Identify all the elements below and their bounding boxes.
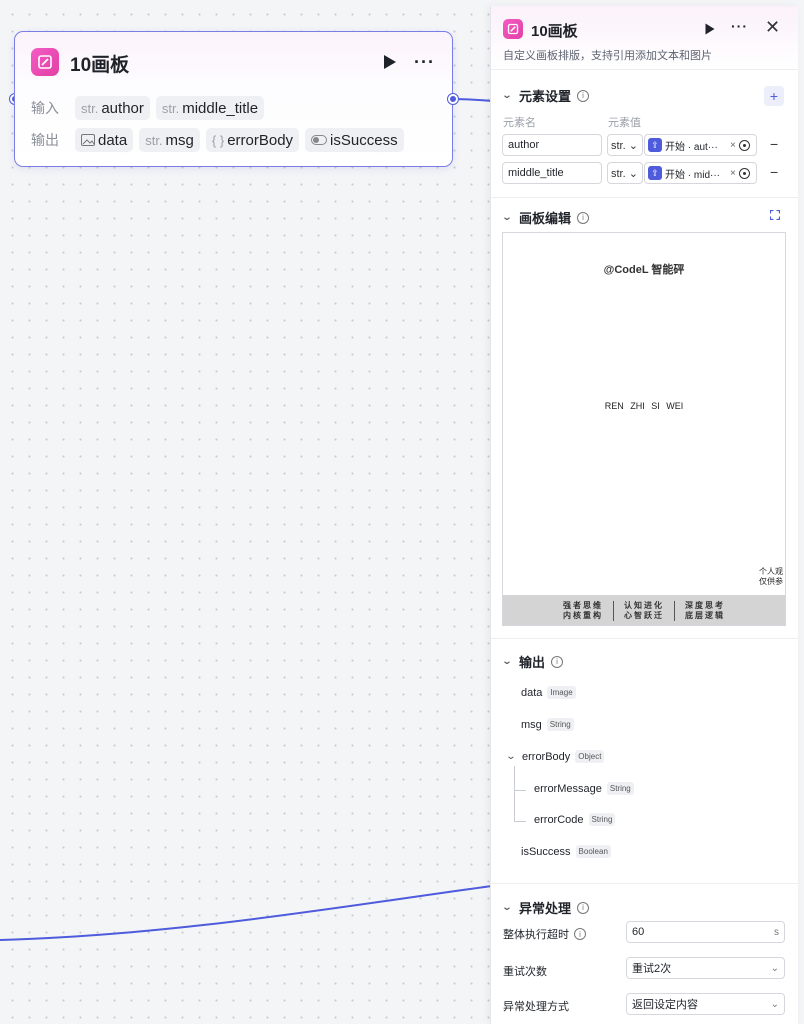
- preview-footer-separator: [674, 601, 675, 621]
- output-chip-errorbody: { } errorBody: [205, 128, 300, 152]
- preview-brand: @CodeL 智能砰: [603, 264, 685, 276]
- timeout-label: 整体执行超时 i: [503, 926, 586, 942]
- output-item-data: data Image: [521, 686, 576, 699]
- section-exception-handling[interactable]: ⌄ 异常处理 i: [501, 898, 590, 917]
- info-icon: i: [577, 901, 590, 914]
- output-item-errorcode: errorCode String: [534, 813, 616, 826]
- target-icon[interactable]: [738, 167, 750, 179]
- retry-select[interactable]: 重试2次 ⌄: [626, 957, 785, 979]
- panel-title: 10画板: [531, 23, 578, 40]
- chevron-down-icon: ⌄: [501, 902, 513, 913]
- node-inputs-row: 输入 str. author str. middle_title: [31, 96, 265, 120]
- type-select[interactable]: str. ⌄: [607, 162, 643, 184]
- type-select[interactable]: str. ⌄: [607, 134, 643, 156]
- node-outputs-row: 输出 data str. msg { } errorBody isSuccess: [31, 128, 404, 152]
- panel-description: 自定义画板排版，支持引用添加文本和图片: [503, 50, 712, 62]
- clear-icon[interactable]: ×: [730, 140, 736, 151]
- remove-element-button[interactable]: −: [770, 164, 778, 180]
- add-element-button[interactable]: +: [764, 86, 784, 106]
- info-icon: i: [551, 655, 564, 668]
- chevron-down-icon: ⌄: [501, 656, 513, 667]
- preview-footer-col: 认知进化 心智跃迁: [624, 601, 664, 620]
- more-icon[interactable]: ···: [731, 18, 748, 34]
- chevron-down-icon: ⌄: [501, 90, 513, 101]
- info-icon: i: [574, 928, 586, 940]
- reference-field[interactable]: ⇪ 开始 · mid··· ×: [644, 162, 757, 184]
- section-canvas-edit[interactable]: ⌄ 画板编辑 i: [501, 208, 590, 227]
- node-title: 10画板: [70, 55, 130, 76]
- tree-line: [514, 766, 515, 822]
- output-chip-issuccess: isSuccess: [305, 128, 404, 152]
- run-icon[interactable]: [705, 23, 715, 35]
- target-icon[interactable]: [738, 139, 750, 151]
- tree-branch: [514, 821, 526, 822]
- output-label: 输出: [31, 132, 59, 148]
- reference-icon: ⇪: [648, 166, 662, 180]
- element-name-field[interactable]: author: [502, 134, 602, 156]
- retry-label: 重试次数: [503, 966, 547, 978]
- canvas-node-icon: [31, 48, 59, 76]
- panel-header: 10画板 ··· ✕ 自定义画板排版，支持引用添加文本和图片: [491, 6, 798, 70]
- output-item-errormessage: errorMessage String: [534, 782, 634, 795]
- reference-field[interactable]: ⇪ 开始 · aut··· ×: [644, 134, 757, 156]
- preview-corner-text: 个人观 仅供参: [759, 567, 783, 586]
- info-icon: i: [577, 211, 590, 224]
- reference-icon: ⇪: [648, 138, 662, 152]
- preview-footer-col: 强者思维 内核重构: [563, 601, 603, 620]
- output-item-msg: msg String: [521, 718, 574, 731]
- preview-footer-separator: [613, 601, 614, 621]
- canvas-node-card[interactable]: 10画板 ··· 输入 str. author str. middle_title …: [14, 31, 453, 167]
- divider: [491, 197, 798, 198]
- error-method-label: 异常处理方式: [503, 1001, 569, 1013]
- chevron-down-icon: ⌄: [770, 962, 779, 974]
- close-icon[interactable]: ✕: [765, 17, 780, 38]
- canvas-preview[interactable]: @CodeL 智能砰 REN ZHI SI WEI 个人观 仅供参 强者思维 内核…: [502, 232, 786, 626]
- timeout-input[interactable]: 60 s: [626, 921, 785, 943]
- preview-footer-col: 深度思考 底层逻辑: [685, 601, 725, 620]
- info-icon: i: [577, 89, 590, 102]
- clear-icon[interactable]: ×: [730, 168, 736, 179]
- element-name-field[interactable]: middle_title: [502, 162, 602, 184]
- expand-icon[interactable]: [770, 210, 780, 220]
- section-output[interactable]: ⌄ 输出 i: [501, 652, 564, 671]
- output-chip-msg: str. msg: [139, 128, 200, 152]
- input-chip-author: str. author: [75, 96, 150, 120]
- input-label: 输入: [31, 100, 59, 116]
- node-settings-panel: 10画板 ··· ✕ 自定义画板排版，支持引用添加文本和图片 ⌄ 元素设置 i …: [490, 6, 798, 1024]
- preview-middle-title: REN ZHI SI WEI: [604, 401, 684, 411]
- output-chip-data: data: [75, 128, 134, 152]
- input-chip-middle-title: str. middle_title: [155, 96, 265, 120]
- image-icon: [81, 134, 95, 146]
- section-element-settings[interactable]: ⌄ 元素设置 i: [501, 86, 590, 105]
- more-icon[interactable]: ···: [414, 52, 435, 73]
- divider: [491, 883, 798, 884]
- chevron-down-icon: ⌄: [501, 212, 513, 223]
- divider: [491, 638, 798, 639]
- remove-element-button[interactable]: −: [770, 136, 778, 152]
- chevron-down-icon: ⌄: [505, 751, 517, 762]
- error-method-select[interactable]: 返回设定内容 ⌄: [626, 993, 785, 1015]
- output-item-errorbody[interactable]: ⌄ errorBody Object: [505, 750, 605, 763]
- column-header-value: 元素值: [608, 117, 641, 129]
- output-port[interactable]: [448, 94, 458, 104]
- tree-branch: [514, 790, 526, 791]
- column-header-name: 元素名: [503, 117, 536, 129]
- chevron-down-icon: ⌄: [770, 998, 779, 1010]
- run-icon[interactable]: [383, 54, 397, 70]
- preview-footer: 强者思维 内核重构 认知进化 心智跃迁 深度思考 底层逻辑: [503, 595, 785, 625]
- output-item-issuccess: isSuccess Boolean: [521, 845, 611, 858]
- toggle-icon: [311, 135, 328, 145]
- canvas-node-icon: [503, 19, 523, 39]
